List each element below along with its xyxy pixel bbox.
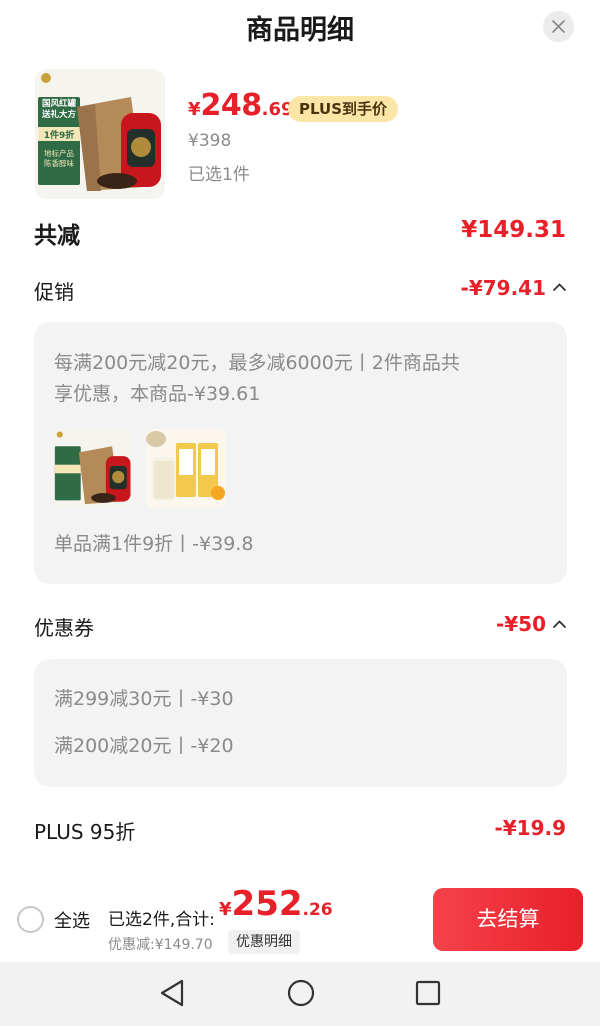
price-integer: 248 — [200, 88, 263, 123]
total-discount-label: 共减 — [34, 223, 80, 249]
promo-label: 促销 — [34, 280, 74, 304]
plus-discount-label: PLUS 95折 — [34, 820, 136, 844]
promo-value[interactable]: -¥79.41 — [461, 276, 546, 300]
close-icon — [552, 20, 565, 33]
price-decimal: .26 — [302, 900, 333, 920]
select-all-label[interactable]: 全选 — [54, 907, 90, 933]
discount-summary: 优惠减:¥149.70 — [108, 937, 213, 953]
tea-gift-illustration — [53, 429, 133, 509]
product-price: ¥ 248 .69 — [188, 88, 294, 128]
coupon-label: 优惠券 — [34, 616, 94, 640]
selected-count: 已选1件 — [188, 165, 250, 185]
home-icon[interactable] — [286, 978, 316, 1008]
close-button[interactable] — [543, 11, 574, 42]
total-price: ¥ 252 .26 — [219, 884, 333, 924]
thumb-discount: 1件9折 — [43, 131, 75, 141]
product-image[interactable]: 国风红罐 送礼大方 1件9折 地标产品 陈香醇味 — [35, 69, 165, 199]
back-icon[interactable] — [158, 978, 186, 1008]
promo-product-thumb-1[interactable] — [53, 429, 133, 509]
price-integer: 252 — [231, 884, 303, 924]
original-price: ¥398 — [188, 131, 232, 151]
plus-discount-value: -¥19.9 — [494, 816, 566, 840]
promo-product-thumb-2[interactable] — [146, 429, 226, 509]
select-all-checkbox[interactable] — [17, 906, 44, 933]
total-label: 已选2件,合计: — [108, 910, 215, 930]
coupon-item: 满299减30元丨-¥30 — [54, 688, 234, 710]
chevron-up-icon[interactable] — [552, 619, 567, 629]
plus-price-badge: PLUS到手价 — [288, 96, 399, 122]
currency-symbol: ¥ — [219, 899, 232, 920]
page-title: 商品明细 — [246, 15, 354, 46]
drink-product-illustration — [146, 429, 226, 509]
recent-apps-icon[interactable] — [414, 978, 442, 1008]
promo-rule-line1: 每满200元减20元，最多减6000元丨2件商品共 — [54, 352, 460, 374]
discount-detail-button[interactable]: 优惠明细 — [228, 930, 300, 954]
single-item-discount: 单品满1件9折丨-¥39.8 — [54, 533, 254, 555]
coupon-item: 满200减20元丨-¥20 — [54, 735, 234, 757]
thumb-slogan: 国风红罐 送礼大方 — [41, 99, 76, 120]
currency-symbol: ¥ — [188, 99, 201, 120]
coupon-detail-panel — [34, 659, 567, 787]
chevron-up-icon[interactable] — [552, 282, 567, 292]
total-discount-value: ¥149.31 — [461, 217, 566, 243]
checkout-button[interactable]: 去结算 — [433, 888, 583, 951]
promo-rule-line2: 享优惠，本商品-¥39.61 — [54, 383, 261, 405]
coupon-value[interactable]: -¥50 — [496, 612, 546, 636]
thumb-tagline: 地标产品 陈香醇味 — [44, 149, 74, 168]
